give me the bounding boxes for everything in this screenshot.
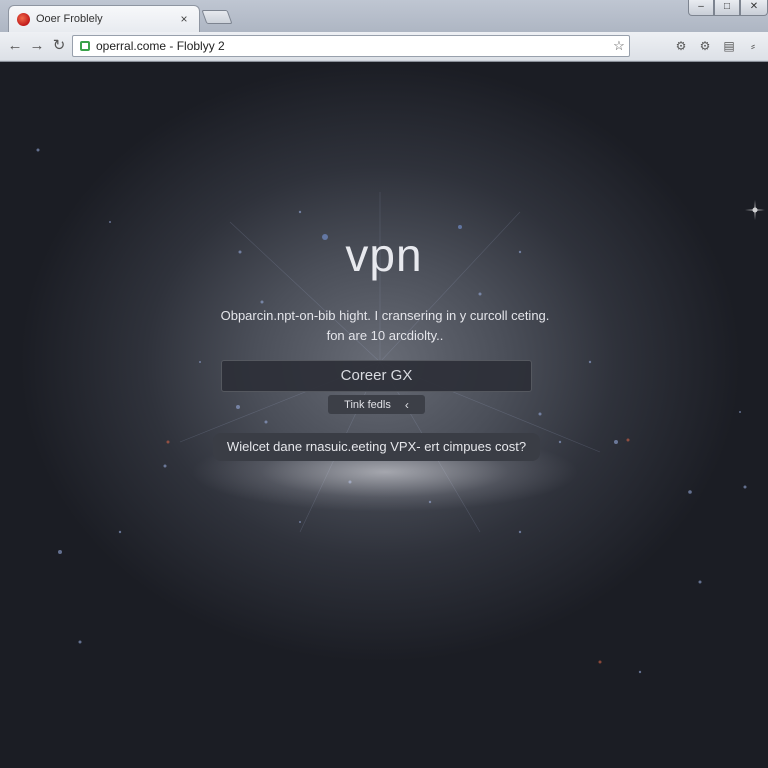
toolbar-icons: ⚙ ⚙ ▤ ⸗ <box>672 36 762 56</box>
tab-title: Ooer Froblely <box>36 13 103 25</box>
browser-chrome: Ooer Froblely × – □ ✕ ← → ↻ operral.come… <box>0 0 768 62</box>
browser-toolbar: ← → ↻ operral.come - Floblyy 2 ☆ ⚙ ⚙ ▤ ⸗ <box>0 32 768 60</box>
browser-tab[interactable]: Ooer Froblely × <box>8 5 200 32</box>
tab-strip: Ooer Froblely × – □ ✕ <box>0 0 768 32</box>
reload-button[interactable]: ↻ <box>48 35 70 57</box>
page-content: vpn Obparcin.npt-on-bib hight. I cranser… <box>0 62 768 768</box>
secondary-button-label: Tink fedls <box>344 398 391 411</box>
description: Obparcin.npt-on-bib hight. I cransering … <box>180 306 590 346</box>
favicon-icon <box>17 12 30 26</box>
close-window-button[interactable]: ✕ <box>740 0 768 16</box>
new-tab-button[interactable] <box>201 10 233 24</box>
page-menu-icon[interactable]: ▤ <box>720 36 738 56</box>
chevron-left-icon: ‹ <box>404 397 409 412</box>
maximize-button[interactable]: □ <box>714 0 740 16</box>
wrench-icon[interactable]: ⸗ <box>744 36 762 56</box>
page-title: vpn <box>345 229 423 281</box>
back-button[interactable]: ← <box>4 35 26 57</box>
forward-button[interactable]: → <box>26 35 48 57</box>
description-line-1: Obparcin.npt-on-bib hight. I cransering … <box>220 308 550 323</box>
primary-button[interactable]: Coreer GX <box>221 360 532 392</box>
secondary-button[interactable]: Tink fedls ‹ <box>328 395 425 414</box>
extension-icon[interactable]: ⚙ <box>672 36 690 56</box>
window-controls: – □ ✕ <box>688 0 768 16</box>
bookmark-star-icon[interactable]: ☆ <box>609 38 629 54</box>
address-bar[interactable]: operral.come - Floblyy 2 ☆ <box>72 35 630 57</box>
particle-background <box>36 148 765 674</box>
settings-gear-icon[interactable]: ⚙ <box>696 36 714 56</box>
description-line-2: fon are 10 arcdiolty.. <box>326 328 444 343</box>
tab-close-icon[interactable]: × <box>177 12 191 26</box>
secure-lock-icon <box>80 41 90 51</box>
minimize-button[interactable]: – <box>688 0 714 16</box>
url-text[interactable]: operral.come - Floblyy 2 <box>96 39 609 53</box>
question-pill[interactable]: Wielcet dane rnasuic.eeting VPX- ert cim… <box>213 433 540 461</box>
